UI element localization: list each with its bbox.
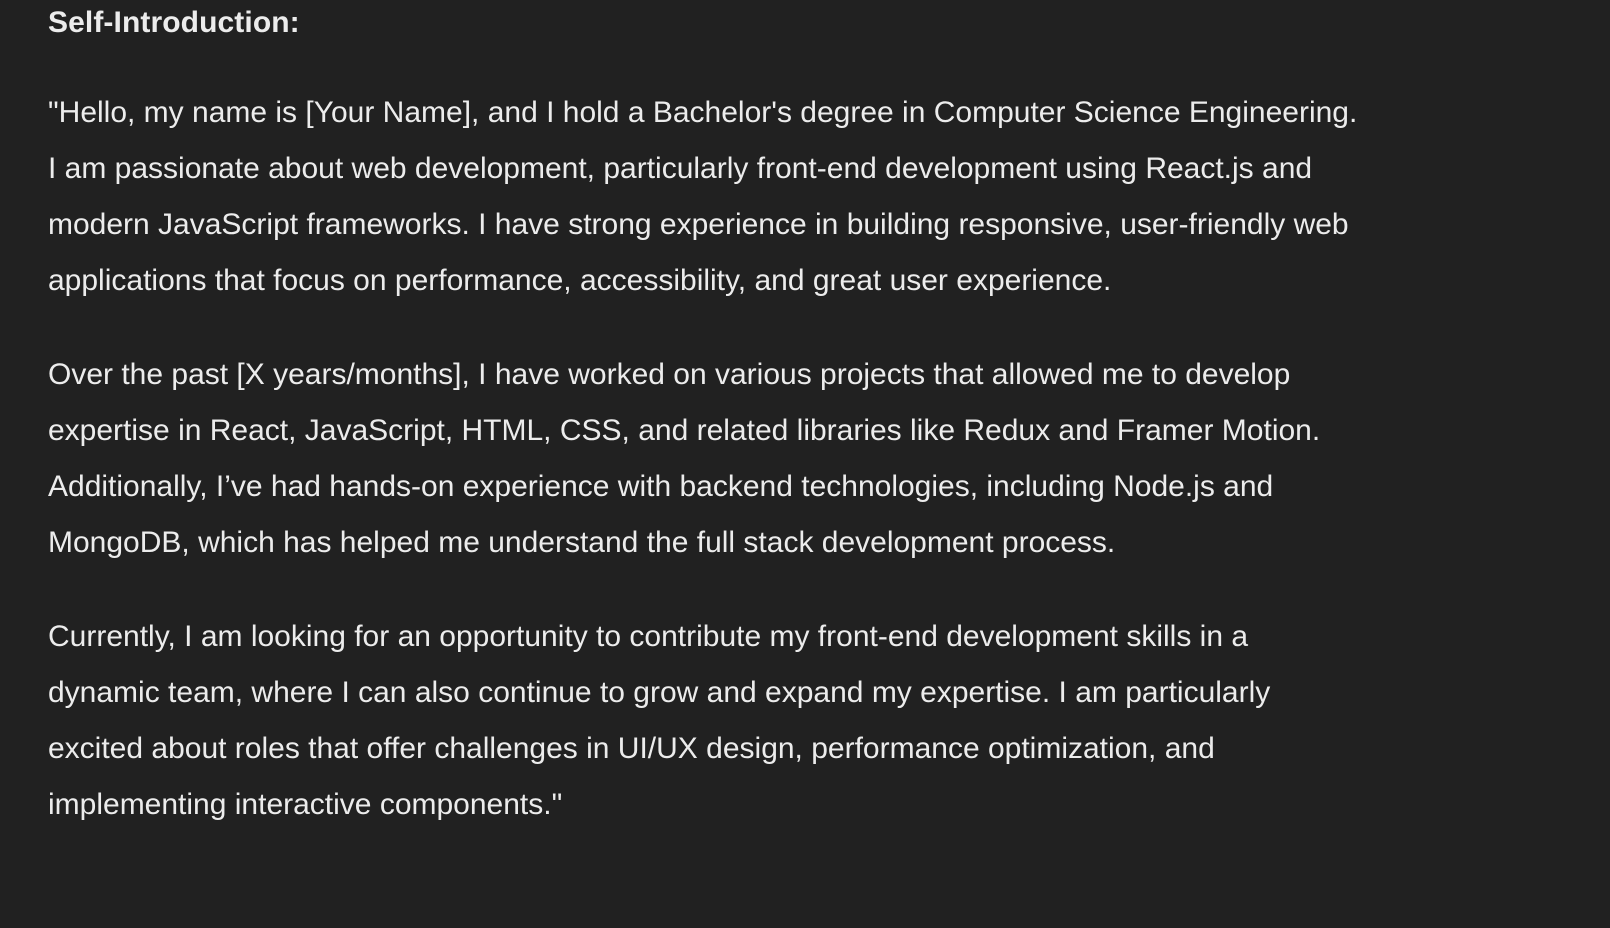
- paragraph-line: Additionally, I’ve had hands-on experien…: [48, 470, 1274, 503]
- paragraph-line: Currently, I am looking for an opportuni…: [48, 620, 1249, 653]
- experience-paragraph: Over the past [X years/months], I have w…: [48, 347, 1562, 571]
- section-heading: Self-Introduction:: [48, 6, 300, 39]
- intro-paragraph: "Hello, my name is [Your Name], and I ho…: [48, 85, 1562, 309]
- paragraph-line: I am passionate about web development, p…: [48, 152, 1313, 185]
- paragraph-line: "Hello, my name is [Your Name], and I ho…: [48, 96, 1358, 129]
- paragraph-line: applications that focus on performance, …: [48, 264, 1112, 297]
- paragraph-line: excited about roles that offer challenge…: [48, 732, 1215, 765]
- paragraph-line: MongoDB, which has helped me understand …: [48, 526, 1116, 559]
- chat-message-content: Self-Introduction: "Hello, my name is [Y…: [0, 0, 1610, 928]
- paragraph-line: dynamic team, where I can also continue …: [48, 676, 1271, 709]
- paragraph-line: expertise in React, JavaScript, HTML, CS…: [48, 414, 1321, 447]
- paragraph-line: modern JavaScript frameworks. I have str…: [48, 208, 1349, 241]
- goals-paragraph: Currently, I am looking for an opportuni…: [48, 609, 1562, 833]
- paragraph-line: implementing interactive components.": [48, 788, 563, 821]
- paragraph-line: Over the past [X years/months], I have w…: [48, 358, 1291, 391]
